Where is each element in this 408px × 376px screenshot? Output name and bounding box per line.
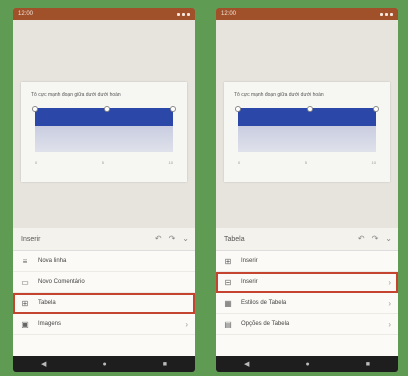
resize-handle[interactable] [307,106,313,112]
menu-item-label: Inserir [241,279,258,285]
navigation-bar: ◀ ● ■ [216,356,398,372]
chevron-right-icon: › [388,298,391,308]
selected-table-band[interactable] [235,106,379,126]
resize-handle[interactable] [170,106,176,112]
table-panel: Tabela ↶ ↷ ⌄ ⊞ Inserir ⊟ Inserir › ▦ Est… [216,228,398,356]
menu-item-new-line[interactable]: ≡ Nova linha [13,251,195,272]
panel-tools: ↶ ↷ ⌄ [155,235,189,243]
status-time: 12:00 [221,11,237,17]
recents-icon[interactable]: ■ [163,361,167,368]
signal-icon [182,12,185,16]
axis-label: 0 [238,160,241,165]
chevron-right-icon: › [185,319,188,329]
resize-handle[interactable] [373,106,379,112]
menu-item-label: Nova linha [38,258,67,264]
axis-label: 0 [35,160,38,165]
wifi-icon [380,12,383,16]
redo-icon[interactable]: ↷ [169,235,176,243]
slide-card[interactable]: Tô cực mạnh đoạn giữa dưới dưới hoàn 0 5… [224,82,390,182]
axis-label: 10 [168,160,173,165]
insert-panel: Inserir ↶ ↷ ⌄ ≡ Nova linha ▭ Novo Coment… [13,228,195,356]
resize-handle[interactable] [235,106,241,112]
axis-labels: 0 5 10 [35,160,173,168]
menu-item-label: Tabela [38,300,56,306]
table-body [35,126,173,152]
home-icon[interactable]: ● [305,361,309,368]
status-icons [380,12,393,16]
axis-labels: 0 5 10 [238,160,376,168]
panel-tools: ↶ ↷ ⌄ [358,235,392,243]
image-icon: ▣ [21,319,29,329]
slide-title: Tô cực mạnh đoạn giữa dưới dưới hoàn [234,92,324,98]
panel-header: Tabela ↶ ↷ ⌄ [216,228,398,251]
axis-label: 5 [304,160,307,165]
chevron-right-icon: › [388,277,391,287]
resize-handle[interactable] [32,106,38,112]
undo-icon[interactable]: ↶ [155,235,162,243]
menu-item-label: Imagens [38,321,62,327]
table-icon: ⊞ [224,256,232,266]
menu-item-label: Opções de Tabela [241,321,290,327]
redo-icon[interactable]: ↷ [372,235,379,243]
panel-header: Inserir ↶ ↷ ⌄ [13,228,195,251]
right-phone-screen: 12:00 Tô cực mạnh đoạn giữa dưới dưới ho… [216,8,398,372]
menu-item-label: Inserir [241,258,258,264]
status-time: 12:00 [18,11,34,17]
recents-icon[interactable]: ■ [366,361,370,368]
chevron-down-icon[interactable]: ⌄ [182,235,189,243]
menu-item-images[interactable]: ▣ Imagens › [13,314,195,335]
back-icon[interactable]: ◀ [244,360,249,368]
panel-title[interactable]: Tabela [224,236,245,243]
menu-item-table-styles[interactable]: ▦ Estilos de Tabela › [216,293,398,314]
status-bar: 12:00 [216,8,398,20]
slide-card[interactable]: Tô cực mạnh đoạn giữa dưới dưới hoàn 0 5… [21,82,187,182]
document-canvas[interactable]: Tô cực mạnh đoạn giữa dưới dưới hoàn 0 5… [216,20,398,228]
chevron-right-icon: › [388,319,391,329]
battery-icon [187,12,190,16]
chevron-down-icon[interactable]: ⌄ [385,235,392,243]
undo-icon[interactable]: ↶ [358,235,365,243]
table-icon: ⊞ [21,298,29,308]
text-icon: ≡ [22,256,28,266]
wifi-icon [177,12,180,16]
axis-label: 5 [101,160,104,165]
navigation-bar: ◀ ● ■ [13,356,195,372]
document-canvas[interactable]: Tô cực mạnh đoạn giữa dưới dưới hoàn 0 5… [13,20,195,228]
axis-label: 10 [371,160,376,165]
menu-item-table-options[interactable]: ▤ Opções de Tabela › [216,314,398,335]
menu-item-label: Novo Comentário [38,279,85,285]
left-phone-screen: 12:00 Tô cực mạnh đoạn giữa dưới dưới ho… [13,8,195,372]
table-body [238,126,376,152]
slide-title: Tô cực mạnh đoạn giữa dưới dưới hoàn [31,92,121,98]
options-icon: ▤ [224,319,232,329]
selected-table-band[interactable] [32,106,176,126]
menu-item-insert-table[interactable]: ⊞ Inserir [216,251,398,272]
resize-handle[interactable] [104,106,110,112]
comment-icon: ▭ [21,277,29,287]
menu-item-table[interactable]: ⊞ Tabela [13,293,195,314]
style-icon: ▦ [224,298,232,308]
home-icon[interactable]: ● [102,361,106,368]
menu-item-insert[interactable]: ⊟ Inserir › [216,272,398,293]
battery-icon [390,12,393,16]
status-icons [177,12,190,16]
menu-item-label: Estilos de Tabela [241,300,287,306]
back-icon[interactable]: ◀ [41,360,46,368]
status-bar: 12:00 [13,8,195,20]
signal-icon [385,12,388,16]
insert-icon: ⊟ [224,277,232,287]
menu-item-new-comment[interactable]: ▭ Novo Comentário [13,272,195,293]
panel-title[interactable]: Inserir [21,236,40,243]
